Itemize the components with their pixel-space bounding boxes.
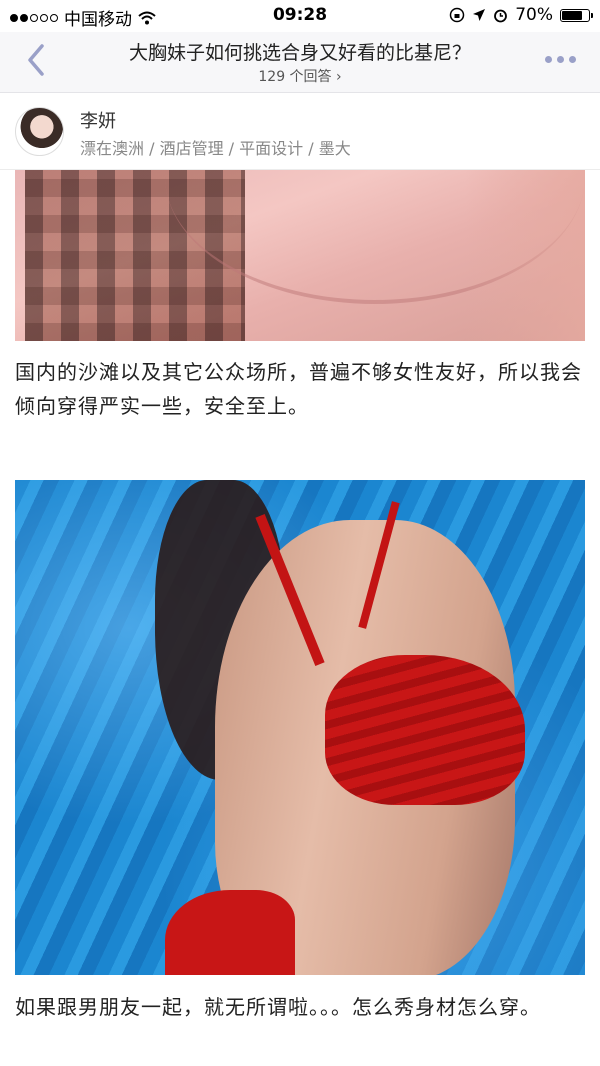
answer-paragraph-1: 国内的沙滩以及其它公众场所，普遍不够女性友好，所以我会倾向穿得严实一些，安全至上…: [15, 360, 582, 418]
alarm-icon: [494, 9, 508, 22]
author-bar[interactable]: 李妍 漂在澳洲 / 酒店管理 / 平面设计 / 墨大: [0, 93, 600, 170]
image-detail: [465, 170, 585, 341]
answer-image-2[interactable]: [15, 480, 585, 975]
rotation-lock-icon: [449, 7, 465, 23]
location-icon: [473, 9, 486, 21]
image-detail: [325, 655, 525, 805]
image-detail: [165, 890, 295, 975]
author-bio: 漂在澳洲 / 酒店管理 / 平面设计 / 墨大: [80, 139, 351, 158]
author-name[interactable]: 李妍: [80, 107, 116, 133]
answer-paragraph-2: 如果跟男朋友一起，就无所谓啦。。。怎么秀身材怎么穿。: [15, 995, 541, 1019]
status-right: 70%: [449, 5, 593, 25]
status-bar: 中国移动 09:28 70%: [0, 0, 600, 32]
nav-bar: 大胸妹子如何挑选合身又好看的比基尼？ 129 个回答 ›: [0, 32, 600, 93]
battery-percent: 70%: [515, 5, 553, 25]
more-options-icon[interactable]: [545, 56, 576, 63]
answer-image-1[interactable]: [15, 170, 585, 341]
battery-icon: [560, 8, 593, 22]
avatar[interactable]: [15, 107, 64, 156]
question-title[interactable]: 大胸妹子如何挑选合身又好看的比基尼？: [70, 38, 530, 65]
battery-fill: [562, 10, 582, 20]
answer-count-link[interactable]: 129 个回答 ›: [0, 66, 600, 86]
